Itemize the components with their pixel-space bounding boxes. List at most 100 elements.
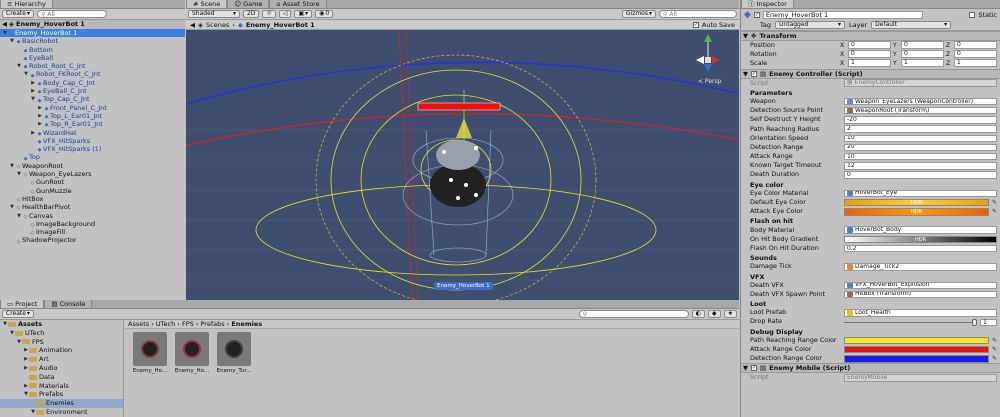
tab-console[interactable]: ▤ Console <box>44 300 93 308</box>
hierarchy-item[interactable]: ◆ EyeBall <box>0 54 185 62</box>
folder-tree-item[interactable]: ▼ UTech <box>0 329 123 338</box>
hierarchy-search-input[interactable]: ⚲ All <box>36 10 107 18</box>
parameter-field[interactable]: 2 <box>844 125 997 133</box>
axis-x-input[interactable]: 0 <box>848 41 891 49</box>
hierarchy-item[interactable]: ▶ ◆ EyeBall_C_Jnt <box>0 87 185 95</box>
lighting-toggle[interactable]: ☼ <box>262 10 276 18</box>
axis-z-input[interactable]: 0 <box>954 41 997 49</box>
eyedropper-icon[interactable]: ✎ <box>992 345 998 354</box>
hierarchy-item[interactable]: ◇ ShadowProjector <box>0 236 185 244</box>
asset-item[interactable]: Enemy_Tur... <box>215 332 253 374</box>
hierarchy-item[interactable]: ◇ ImageFill <box>0 228 185 236</box>
tab-asset-store[interactable]: ⌂ Asset Store <box>269 0 327 8</box>
hierarchy-item[interactable]: ▼ ◆ Top_Cap_C_Jnt <box>0 95 185 103</box>
attack-eye-color-swatch[interactable]: HDR <box>844 208 989 216</box>
asset-item[interactable]: Enemy_Ho... <box>131 332 169 374</box>
folder-tree-item[interactable]: ▶ Art <box>0 355 123 364</box>
parameter-field[interactable]: 10 <box>844 134 997 143</box>
static-checkbox[interactable] <box>969 11 976 18</box>
hierarchy-item[interactable]: ◇ GunMuzzle <box>0 187 185 195</box>
gizmos-dropdown[interactable]: Gizmos ▾ <box>621 10 656 18</box>
hierarchy-item[interactable]: ▼ ◆ BasicRobot <box>0 37 185 45</box>
slider-thumb[interactable] <box>972 318 977 326</box>
hierarchy-item[interactable]: ▼ ◇ Enemy_HoverBot 1 <box>0 29 185 38</box>
parameter-field[interactable]: 12 <box>844 162 997 170</box>
autosave-checkbox[interactable]: ✓ <box>692 21 699 28</box>
attack-color-swatch[interactable] <box>844 345 989 354</box>
hierarchy-item[interactable]: ▼ ◇ Canvas <box>0 212 185 220</box>
axis-z-input[interactable]: 1 <box>954 59 997 67</box>
create-button[interactable]: Create ▾ <box>2 10 34 18</box>
damage-tick-field[interactable]: Damage_Tick2 <box>844 263 997 271</box>
flash-duration-field[interactable]: 0.2 <box>844 244 997 253</box>
tab-project[interactable]: ▭ Project <box>0 300 45 308</box>
enemy-controller-enabled-checkbox[interactable]: ✓ <box>751 70 757 77</box>
eyedropper-icon[interactable]: ✎ <box>992 354 998 363</box>
back-arrow-icon[interactable]: ◀ <box>190 21 195 29</box>
eyedropper-icon[interactable]: ✎ <box>992 336 998 345</box>
folder-tree-item[interactable]: ▼ Environment <box>0 408 123 417</box>
hierarchy-item[interactable]: ▼ ◇ Weapon_EyeLazers <box>0 170 185 178</box>
shading-mode-dropdown[interactable]: Shaded ▾ <box>188 10 240 18</box>
body-material-field[interactable]: HoverBot_Body <box>844 226 997 234</box>
filter-type-button[interactable]: ◐ <box>691 310 705 318</box>
folder-tree-item[interactable]: Data <box>0 373 123 382</box>
folder-tree-item[interactable]: ▶ Materials <box>0 382 123 391</box>
tab-scene[interactable]: # Scene <box>186 0 228 8</box>
persp-label[interactable]: < Persp <box>698 78 721 85</box>
hierarchy-item[interactable]: ▶ ◆ Top_L_Ear01_Jnt <box>0 112 185 120</box>
enemy-controller-header[interactable]: ▼ ✓ ▤ Enemy Controller (Script) <box>741 68 1000 79</box>
eye-material-field[interactable]: HoverBot_Eye <box>844 189 997 198</box>
hierarchy-item[interactable]: ◆ Bottom <box>0 46 185 54</box>
hierarchy-item[interactable]: ▼ ◇ HealthBarPivot <box>0 203 185 211</box>
breadcrumb-object[interactable]: Enemy_HoverBot 1 <box>246 21 315 29</box>
folder-tree-item[interactable]: ▼ FPS <box>0 338 123 347</box>
active-checkbox[interactable]: ✓ <box>753 11 760 18</box>
hierarchy-item[interactable]: ▶ ◆ WizardHat <box>0 129 185 137</box>
scene-search-input[interactable]: ⚲ All <box>659 10 737 18</box>
enemy-mobile-enabled-checkbox[interactable]: ✓ <box>751 365 757 372</box>
folder-tree-item[interactable]: Enemies <box>0 399 123 408</box>
path-color-swatch[interactable] <box>844 336 989 345</box>
axis-x-input[interactable]: 1 <box>848 59 891 67</box>
folder-tree-item[interactable]: ▶ Audio <box>0 364 123 373</box>
hit-gradient-swatch[interactable]: HDR <box>844 235 997 244</box>
hidden-objects-toggle[interactable]: ◉ 0 <box>315 10 334 18</box>
parameter-field[interactable]: 10 <box>844 152 997 161</box>
parameter-field[interactable]: Weapon_EyeLazers (WeaponController) <box>844 97 997 106</box>
tab-game[interactable]: ☺ Game <box>227 0 270 8</box>
hierarchy-item[interactable]: ◆ Top <box>0 153 185 161</box>
axis-z-input[interactable]: 0 <box>954 50 997 58</box>
hierarchy-item[interactable]: ◆ VFX_HitSparks (1) <box>0 145 185 153</box>
hierarchy-item[interactable]: ◇ ImageBackground <box>0 220 185 228</box>
default-eye-color-swatch[interactable]: HDR <box>844 198 989 207</box>
death-vfx-field[interactable]: VFX_HoverBot_Explosion <box>844 281 997 290</box>
folder-tree-item[interactable]: ▼ Prefabs <box>0 390 123 399</box>
tab-hierarchy[interactable]: ≡ Hierarchy <box>0 0 53 8</box>
tab-inspector[interactable]: ⓘ Inspector <box>741 0 794 8</box>
hierarchy-scene-header[interactable]: ◀ ◈ Enemy_HoverBot 1 <box>0 20 185 29</box>
axis-y-input[interactable]: 1 <box>901 59 944 67</box>
breadcrumb-item[interactable]: FPS <box>182 320 194 328</box>
eyedropper-icon[interactable]: ✎ <box>992 207 998 216</box>
effects-dropdown[interactable]: ▣ ▾ <box>294 10 313 18</box>
asset-item[interactable]: Enemy_Ho... <box>173 332 211 374</box>
parameter-field[interactable]: WeaponRoot (Transform) <box>844 106 997 115</box>
drop-rate-slider[interactable]: 1 <box>844 318 997 326</box>
hierarchy-item[interactable]: ◇ GunRoot <box>0 178 185 186</box>
tag-dropdown[interactable]: Untagged ▾ <box>775 20 846 29</box>
hierarchy-item[interactable]: ▼ ◆ Robot_FKRoot_C_Jnt <box>0 70 185 78</box>
death-spawn-field[interactable]: HitBox (Transform) <box>844 290 997 299</box>
breadcrumb-item[interactable]: Assets <box>128 320 149 328</box>
orientation-gizmo[interactable] <box>696 34 720 72</box>
eyedropper-icon[interactable]: ✎ <box>992 198 998 207</box>
hierarchy-item[interactable]: ▼ ◆ Robot_Root_C_Jnt <box>0 62 185 70</box>
drop-rate-value[interactable]: 1 <box>980 318 997 326</box>
axis-y-input[interactable]: 0 <box>901 41 944 49</box>
axis-y-input[interactable]: 0 <box>901 50 944 58</box>
hierarchy-item[interactable]: ◆ VFX_HitSparks <box>0 137 185 145</box>
project-search-input[interactable]: ⚲ <box>578 310 689 318</box>
breadcrumb-item[interactable]: Enemies <box>231 320 262 328</box>
favorite-button[interactable]: ★ <box>723 310 737 318</box>
breadcrumb-item[interactable]: Prefabs <box>200 320 224 328</box>
